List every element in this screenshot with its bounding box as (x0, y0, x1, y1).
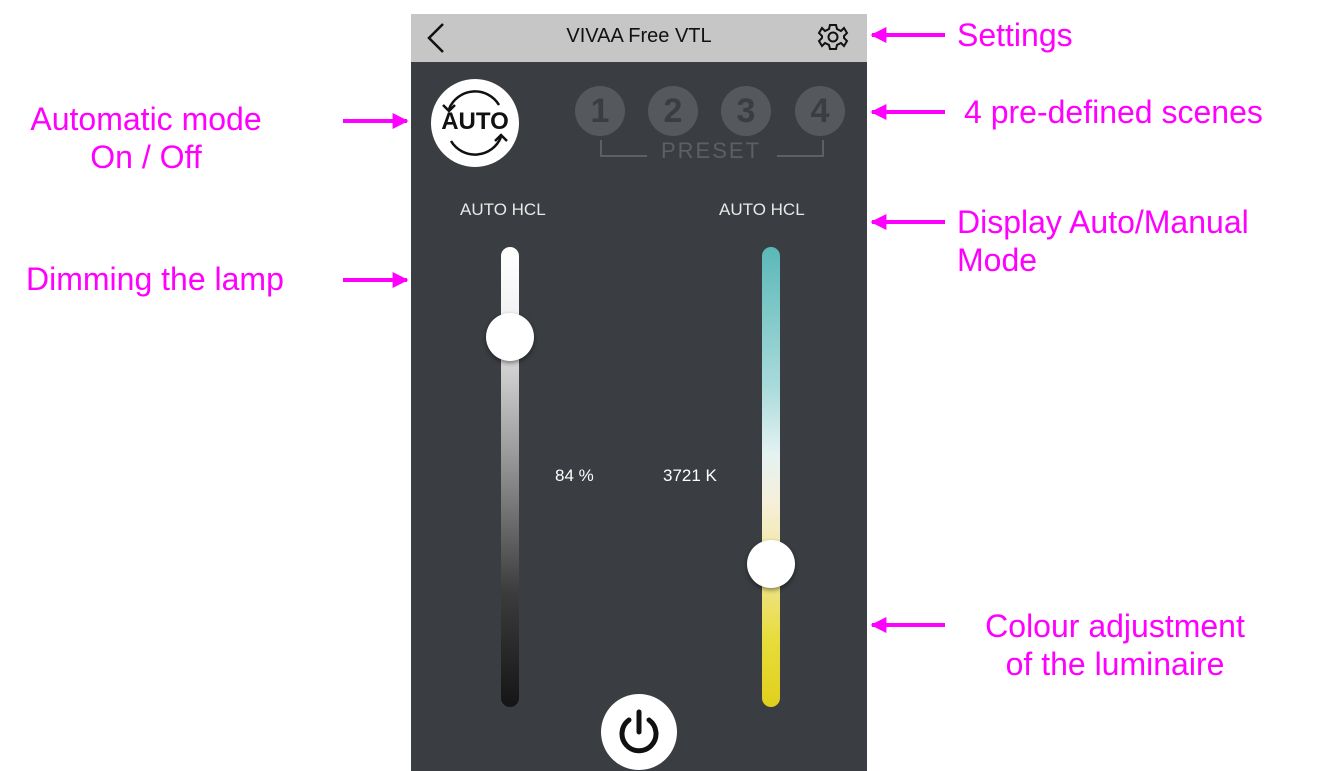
annotation-display-mode-line2: Mode (957, 242, 1038, 278)
auto-mode-label: AUTO (441, 108, 509, 135)
preset-1-button[interactable]: 1 (575, 86, 625, 136)
preset-label: PRESET (660, 138, 762, 163)
colour-temperature-value: 3721 K (663, 466, 717, 485)
annotation-auto-mode-line2: On / Off (90, 139, 202, 175)
annotation-scenes: 4 pre-defined scenes (964, 94, 1263, 130)
preset-4-button[interactable]: 4 (795, 86, 845, 136)
colour-slider[interactable] (762, 247, 780, 707)
annotation-colour-line1: Colour adjustment (985, 608, 1245, 644)
top-bar: VIVAA Free VTL (411, 14, 867, 62)
dimming-slider-thumb[interactable] (486, 312, 534, 361)
annotation-display-mode-line1: Display Auto/Manual (957, 204, 1249, 240)
annotation-settings: Settings (957, 17, 1073, 53)
dimming-mode-label: AUTO HCL (460, 200, 546, 219)
power-button[interactable] (601, 694, 677, 770)
annotation-colour-line2: of the luminaire (1005, 646, 1225, 682)
annotation-auto-mode: Automatic mode On / Off (0, 100, 292, 176)
colour-slider-thumb[interactable] (747, 539, 795, 588)
app-title: VIVAA Free VTL (566, 25, 712, 47)
preset-3-button[interactable]: 3 (721, 86, 771, 136)
gear-icon (817, 24, 849, 50)
dimming-value: 84 % (555, 466, 594, 485)
annotation-auto-mode-line1: Automatic mode (30, 101, 262, 137)
annotation-display-mode: Display Auto/Manual Mode (957, 203, 1249, 279)
power-icon (619, 709, 659, 754)
preset-2-button[interactable]: 2 (648, 86, 698, 136)
colour-mode-label: AUTO HCL (719, 200, 805, 219)
settings-button[interactable] (817, 20, 849, 54)
preset-bracket (600, 140, 824, 157)
annotation-dimming: Dimming the lamp (26, 261, 284, 297)
annotation-colour: Colour adjustment of the luminaire (955, 607, 1275, 683)
phone-screen: VIVAA Free VTL AUTO 1 2 3 4 PRESET AUTO … (411, 14, 867, 771)
